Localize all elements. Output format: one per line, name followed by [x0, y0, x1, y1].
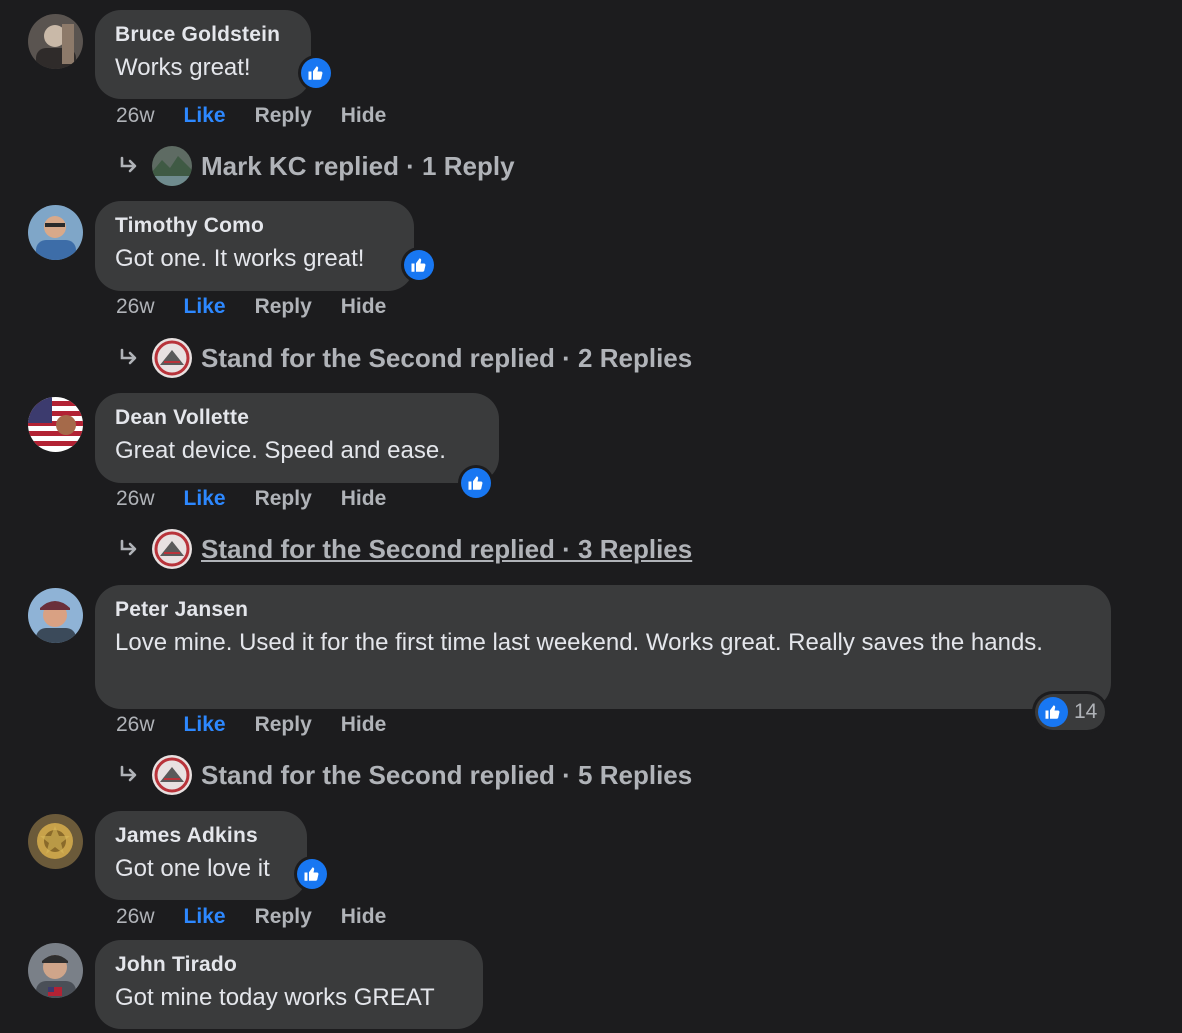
- comment-bubble: Peter Jansen Love mine. Used it for the …: [95, 585, 1111, 709]
- reply-arrow-icon: [118, 154, 142, 178]
- reaction-badge[interactable]: [458, 465, 494, 501]
- comment-bubble: Dean Vollette Great device. Speed and ea…: [95, 393, 499, 483]
- comment-author[interactable]: Timothy Como: [115, 213, 394, 239]
- thumbs-up-icon: [1045, 705, 1060, 719]
- thumbs-up-icon: [304, 867, 319, 881]
- comment-text: Great device. Speed and ease.: [115, 437, 446, 464]
- replies-text[interactable]: Stand for the Second replied · 2 Replies: [201, 343, 692, 374]
- comment-author[interactable]: John Tirado: [115, 952, 463, 978]
- hide-button[interactable]: Hide: [341, 104, 387, 128]
- like-button[interactable]: Like: [184, 905, 226, 929]
- view-replies-link[interactable]: Mark KC replied · 1 Reply: [118, 144, 515, 188]
- comment-author[interactable]: Bruce Goldstein: [115, 22, 291, 48]
- reply-arrow-icon: [118, 763, 142, 787]
- like-button[interactable]: Like: [184, 104, 226, 128]
- avatar[interactable]: [28, 814, 83, 869]
- replies-text[interactable]: Stand for the Second replied · 5 Replies: [201, 760, 692, 791]
- comment-actions: 26w Like Reply Hide: [116, 293, 386, 321]
- view-replies-link[interactable]: Stand for the Second replied · 2 Replies: [118, 336, 692, 380]
- comment-time[interactable]: 26w: [116, 713, 155, 737]
- reaction-badge[interactable]: [294, 856, 330, 892]
- hide-button[interactable]: Hide: [341, 295, 387, 319]
- comment-bubble: Bruce Goldstein Works great!: [95, 10, 311, 99]
- avatar[interactable]: [28, 588, 83, 643]
- reply-button[interactable]: Reply: [255, 905, 312, 929]
- replies-text[interactable]: Mark KC replied · 1 Reply: [201, 151, 515, 182]
- comment-bubble: Timothy Como Got one. It works great!: [95, 201, 414, 291]
- reply-button[interactable]: Reply: [255, 713, 312, 737]
- reply-arrow-icon: [118, 346, 142, 370]
- reaction-badge[interactable]: [401, 247, 437, 283]
- comment-text: Got one love it: [115, 855, 270, 882]
- avatar[interactable]: [28, 943, 83, 998]
- thumbs-up-icon: [308, 66, 323, 80]
- reply-button[interactable]: Reply: [255, 295, 312, 319]
- reaction-summary[interactable]: 14: [1035, 694, 1106, 730]
- view-replies-link[interactable]: Stand for the Second replied · 3 Replies: [118, 527, 692, 571]
- comment-text: Got one. It works great!: [115, 245, 365, 272]
- hide-button[interactable]: Hide: [341, 487, 387, 511]
- comment-bubble: James Adkins Got one love it: [95, 811, 307, 900]
- reply-button[interactable]: Reply: [255, 104, 312, 128]
- replier-avatar: [152, 529, 192, 569]
- comment-text: Got mine today works GREAT: [115, 984, 435, 1011]
- comment-actions: 26w Like Reply Hide: [116, 102, 386, 130]
- thumbs-up-icon: [468, 476, 483, 490]
- comment-time[interactable]: 26w: [116, 295, 155, 319]
- comment-actions: 26w Like Reply Hide: [116, 711, 386, 739]
- view-replies-link[interactable]: Stand for the Second replied · 5 Replies: [118, 753, 692, 797]
- reaction-count: 14: [1074, 700, 1098, 723]
- replier-avatar: [152, 146, 192, 186]
- hide-button[interactable]: Hide: [341, 905, 387, 929]
- comments-thread: Bruce Goldstein Works great! 26w Like Re…: [0, 0, 1182, 1033]
- like-button[interactable]: Like: [184, 713, 226, 737]
- comment-author[interactable]: Peter Jansen: [115, 597, 1091, 623]
- avatar[interactable]: [28, 397, 83, 452]
- replier-avatar: [152, 755, 192, 795]
- avatar[interactable]: [28, 14, 83, 69]
- comment-time[interactable]: 26w: [116, 487, 155, 511]
- like-button[interactable]: Like: [184, 295, 226, 319]
- avatar[interactable]: [28, 205, 83, 260]
- thumbs-up-icon: [411, 258, 426, 272]
- replies-text[interactable]: Stand for the Second replied · 3 Replies: [201, 534, 692, 565]
- comment-author[interactable]: James Adkins: [115, 823, 287, 849]
- comment-text: Love mine. Used it for the first time la…: [115, 629, 1043, 656]
- comment-text: Works great!: [115, 54, 251, 81]
- replier-avatar: [152, 338, 192, 378]
- comment-time[interactable]: 26w: [116, 104, 155, 128]
- reaction-badge[interactable]: [298, 55, 334, 91]
- comment-bubble: John Tirado Got mine today works GREAT: [95, 940, 483, 1029]
- comment-author[interactable]: Dean Vollette: [115, 405, 479, 431]
- hide-button[interactable]: Hide: [341, 713, 387, 737]
- comment-time[interactable]: 26w: [116, 905, 155, 929]
- comment-actions: 26w Like Reply Hide: [116, 485, 386, 513]
- like-button[interactable]: Like: [184, 487, 226, 511]
- reply-arrow-icon: [118, 537, 142, 561]
- comment-actions: 26w Like Reply Hide: [116, 903, 386, 931]
- reply-button[interactable]: Reply: [255, 487, 312, 511]
